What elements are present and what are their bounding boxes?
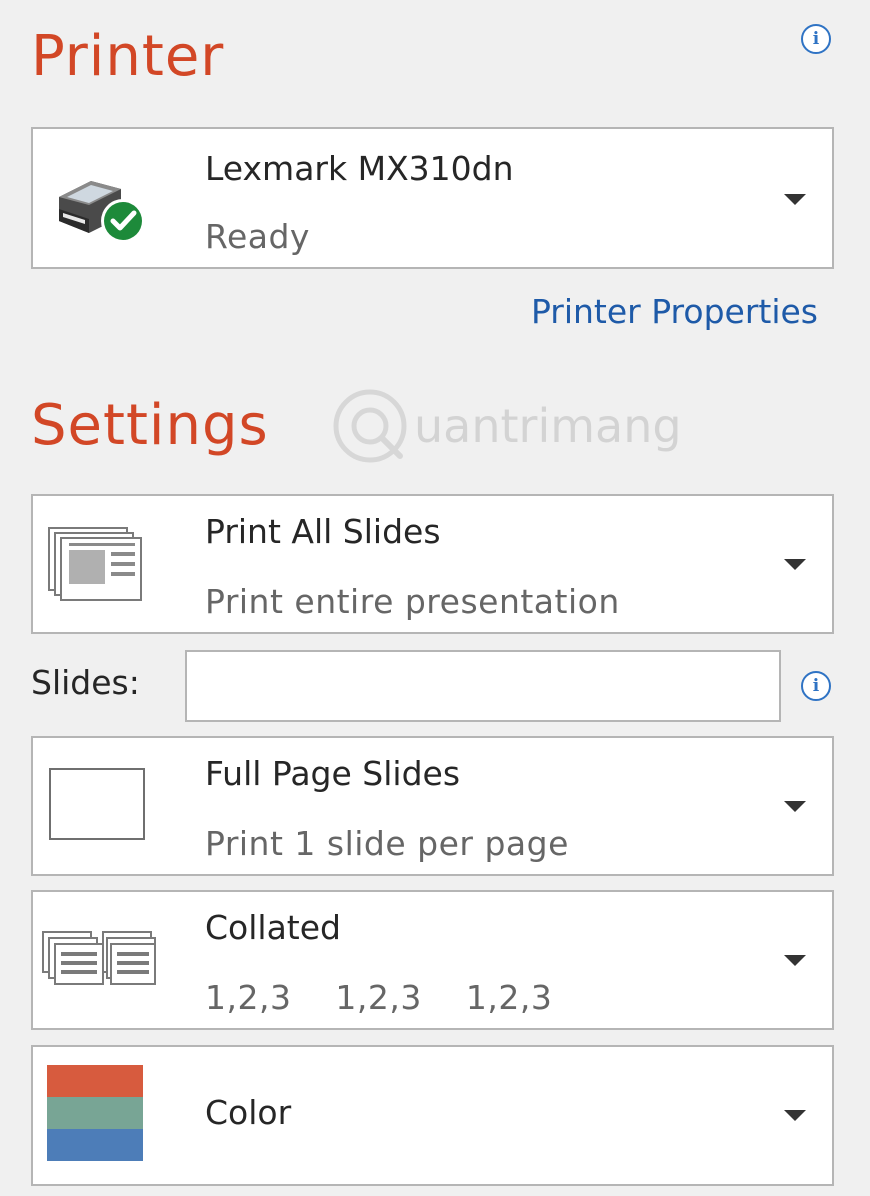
color-mode-title: Color bbox=[205, 1093, 292, 1132]
chevron-down-icon bbox=[784, 1110, 806, 1121]
slides-stack-icon bbox=[47, 526, 147, 607]
printer-dropdown[interactable]: Lexmark MX310dn Ready bbox=[31, 127, 834, 269]
collation-subtitle: 1,2,3 1,2,3 1,2,3 bbox=[205, 978, 553, 1017]
collation-title: Collated bbox=[205, 908, 341, 947]
slides-label: Slides: bbox=[31, 663, 140, 702]
print-range-subtitle: Print entire presentation bbox=[205, 582, 620, 621]
watermark-text: uantrimang bbox=[414, 399, 682, 453]
settings-heading: Settings bbox=[31, 393, 269, 458]
collated-pages-icon bbox=[41, 930, 157, 993]
printer-heading: Printer bbox=[31, 24, 225, 89]
print-range-dropdown[interactable]: Print All Slides Print entire presentati… bbox=[31, 494, 834, 634]
printer-status: Ready bbox=[205, 217, 310, 256]
color-dropdown[interactable]: Color bbox=[31, 1045, 834, 1186]
layout-dropdown[interactable]: Full Page Slides Print 1 slide per page bbox=[31, 736, 834, 876]
watermark-logo-icon bbox=[333, 389, 407, 463]
layout-subtitle: Print 1 slide per page bbox=[205, 824, 569, 863]
collation-dropdown[interactable]: Collated 1,2,3 1,2,3 1,2,3 bbox=[31, 890, 834, 1030]
info-icon[interactable]: i bbox=[801, 24, 831, 54]
full-page-slide-icon bbox=[49, 768, 145, 840]
print-range-title: Print All Slides bbox=[205, 512, 441, 551]
layout-title: Full Page Slides bbox=[205, 754, 461, 793]
chevron-down-icon bbox=[784, 559, 806, 570]
chevron-down-icon bbox=[784, 194, 806, 205]
info-icon[interactable]: i bbox=[801, 671, 831, 701]
chevron-down-icon bbox=[784, 955, 806, 966]
printer-ready-icon bbox=[51, 167, 151, 247]
chevron-down-icon bbox=[784, 801, 806, 812]
printer-name: Lexmark MX310dn bbox=[205, 149, 514, 188]
watermark: uantrimang bbox=[330, 383, 682, 469]
printer-properties-link[interactable]: Printer Properties bbox=[531, 292, 818, 331]
color-swatch-icon bbox=[47, 1065, 143, 1161]
slides-input[interactable] bbox=[185, 650, 781, 722]
